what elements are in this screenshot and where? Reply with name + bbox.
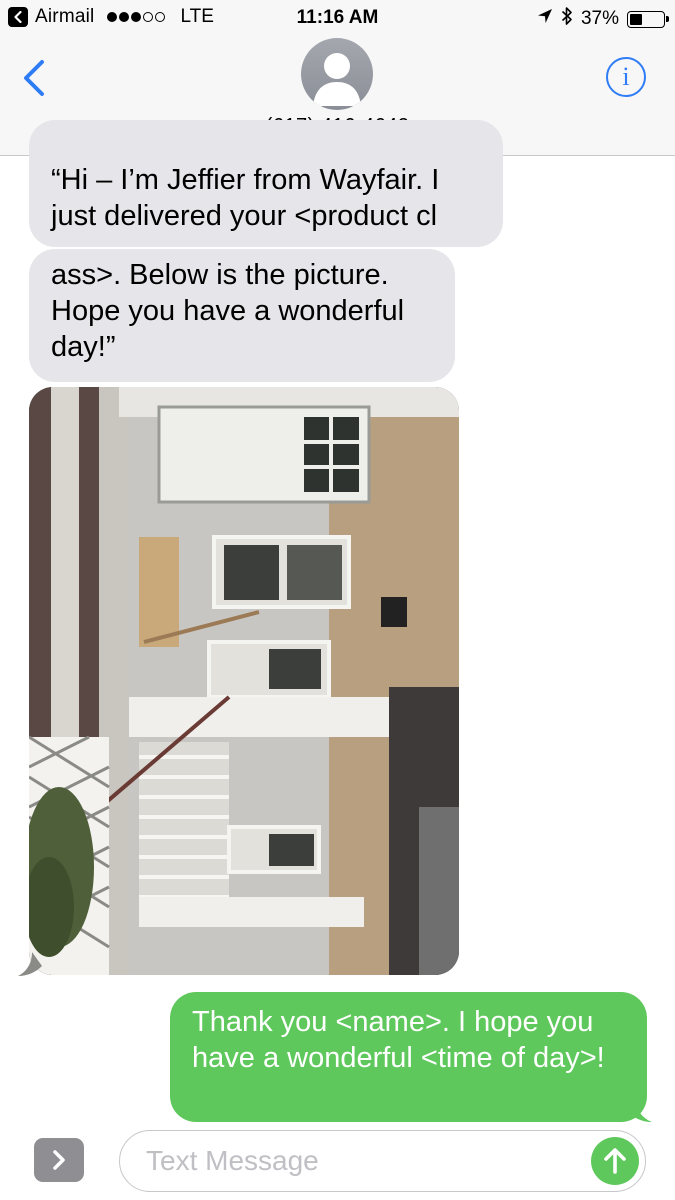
battery-level-fill xyxy=(630,13,642,25)
location-arrow-icon xyxy=(537,8,553,30)
status-bar: Airmail LTE 11:16 AM 37% xyxy=(0,0,675,38)
porch-photo-image xyxy=(29,387,459,975)
send-arrow-icon xyxy=(604,1148,626,1174)
bluetooth-icon xyxy=(561,6,573,32)
back-button[interactable] xyxy=(18,56,52,100)
status-right: 37% xyxy=(537,6,669,32)
battery-icon xyxy=(627,10,669,28)
received-photo[interactable] xyxy=(29,387,459,975)
send-button[interactable] xyxy=(591,1137,639,1185)
battery-percent: 37% xyxy=(580,8,619,29)
contact-avatar-icon xyxy=(313,53,361,106)
bubble-tail xyxy=(628,1098,652,1122)
message-input[interactable] xyxy=(144,1144,568,1178)
message-field[interactable] xyxy=(119,1130,646,1192)
compose-bar xyxy=(0,1122,675,1200)
chevron-left-icon xyxy=(24,60,44,96)
apps-button[interactable] xyxy=(34,1138,84,1182)
info-button[interactable]: i xyxy=(606,57,646,97)
apps-chevron-icon xyxy=(53,1150,65,1170)
info-icon: i xyxy=(622,62,630,91)
battery-nub xyxy=(666,15,669,22)
bubble-tail xyxy=(18,952,42,976)
contact-avatar[interactable] xyxy=(301,38,373,110)
received-message-bubble[interactable]: “Hi – I’m Jeffier from Wayfair. I just d… xyxy=(29,120,503,247)
sent-message-bubble[interactable]: Thank you <name>. I hope you have a wond… xyxy=(170,992,647,1122)
received-message-bubble[interactable]: ass>. Below is the picture. Hope you hav… xyxy=(29,249,455,382)
